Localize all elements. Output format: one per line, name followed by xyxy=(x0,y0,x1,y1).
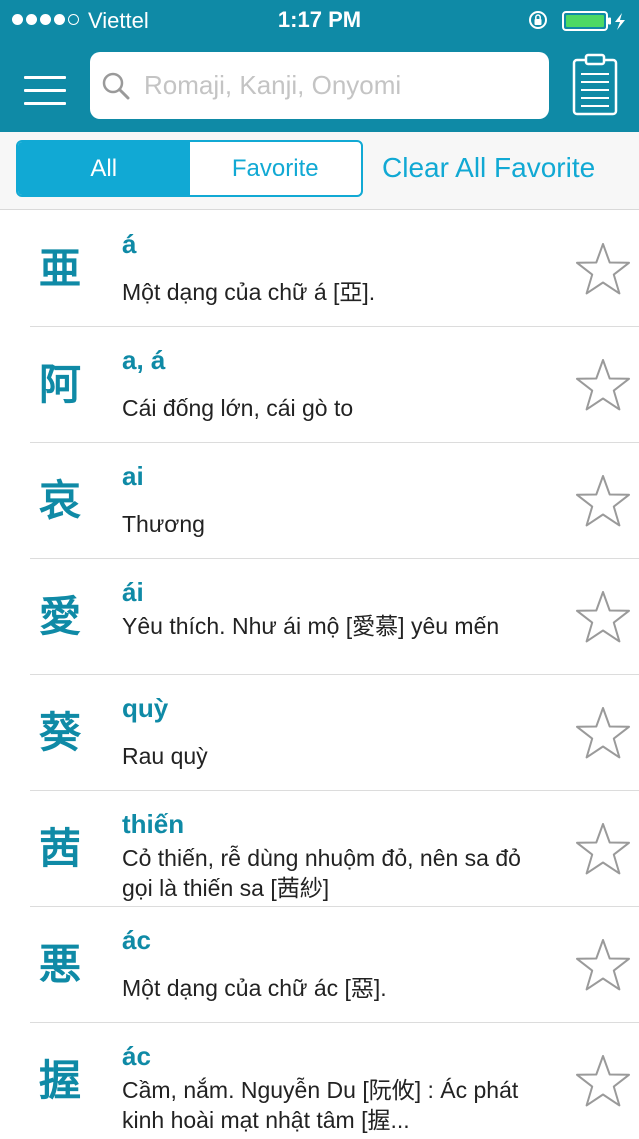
kanji-reading: ái xyxy=(122,577,144,607)
kanji-character: 葵 xyxy=(38,708,81,757)
list-item[interactable]: 亜 á Một dạng của chữ á [亞]. xyxy=(0,211,639,327)
kanji-meaning: Yêu thích. Như ái mộ [愛慕] yêu mến xyxy=(122,613,500,639)
kanji-character: 悪 xyxy=(38,940,81,989)
tab-all[interactable]: All xyxy=(18,142,190,195)
search-icon xyxy=(102,72,130,100)
star-icon[interactable] xyxy=(574,705,632,761)
kanji-reading: quỳ xyxy=(122,693,169,723)
star-icon[interactable] xyxy=(574,589,632,645)
list-item[interactable]: 茜 thiến Cỏ thiến, rễ dùng nhuộm đỏ, nên … xyxy=(0,791,639,907)
clear-all-favorite-button[interactable]: Clear All Favorite xyxy=(382,152,595,184)
clipboard-icon[interactable] xyxy=(571,52,619,116)
kanji-character: 亜 xyxy=(38,244,81,293)
kanji-meaning: Cái đống lớn, cái gò to xyxy=(122,395,354,421)
kanji-reading: ai xyxy=(122,461,144,491)
star-icon[interactable] xyxy=(574,937,632,993)
rotation-lock-icon xyxy=(529,11,547,29)
star-icon[interactable] xyxy=(574,1053,632,1109)
list-item[interactable]: 葵 quỳ Rau quỳ xyxy=(0,675,639,791)
kanji-character: 茜 xyxy=(38,824,81,873)
kanji-reading: thiến xyxy=(122,809,185,839)
kanji-character: 阿 xyxy=(38,360,81,409)
list-item[interactable]: 握 ác Cầm, nắm. Nguyễn Du [阮攸] : Ác phát … xyxy=(0,1023,639,1139)
app-header: Viettel 1:17 PM xyxy=(0,0,639,132)
tab-favorite[interactable]: Favorite xyxy=(190,142,362,195)
kanji-meaning: Rau quỳ xyxy=(122,743,208,769)
kanji-meaning: Một dạng của chữ ác [惡]. xyxy=(122,975,387,1001)
list-item[interactable]: 愛 ái Yêu thích. Như ái mộ [愛慕] yêu mến xyxy=(0,559,639,675)
kanji-character: 哀 xyxy=(38,476,81,525)
search-input[interactable] xyxy=(144,64,534,106)
star-icon[interactable] xyxy=(574,241,632,297)
kanji-character: 愛 xyxy=(38,592,81,641)
kanji-reading: ác xyxy=(122,1041,151,1071)
menu-icon[interactable] xyxy=(24,76,66,106)
kanji-character: 握 xyxy=(38,1056,81,1105)
list-item[interactable]: 阿 a, á Cái đống lớn, cái gò to xyxy=(0,327,639,443)
filter-bar: All Favorite Clear All Favorite xyxy=(0,132,639,210)
filter-segmented-control: All Favorite xyxy=(16,140,363,197)
star-icon[interactable] xyxy=(574,821,632,877)
list-item[interactable]: 悪 ác Một dạng của chữ ác [惡]. xyxy=(0,907,639,1023)
kanji-reading: a, á xyxy=(122,345,166,375)
search-box[interactable] xyxy=(90,52,549,119)
list-item[interactable]: 哀 ai Thương xyxy=(0,443,639,559)
kanji-meaning: Cỏ thiến, rễ dùng nhuộm đỏ, nên sa đỏ gọ… xyxy=(122,845,521,901)
kanji-list: 亜 á Một dạng của chữ á [亞]. 阿 a, á Cái đ… xyxy=(0,211,639,1139)
kanji-meaning: Một dạng của chữ á [亞]. xyxy=(122,279,376,305)
status-bar: Viettel 1:17 PM xyxy=(0,0,639,40)
star-icon[interactable] xyxy=(574,357,632,413)
kanji-reading: á xyxy=(122,229,137,259)
kanji-reading: ác xyxy=(122,925,151,955)
battery-icon xyxy=(562,11,625,31)
star-icon[interactable] xyxy=(574,473,632,529)
kanji-meaning: Thương xyxy=(122,511,205,537)
kanji-meaning: Cầm, nắm. Nguyễn Du [阮攸] : Ác phát kinh … xyxy=(122,1077,519,1133)
